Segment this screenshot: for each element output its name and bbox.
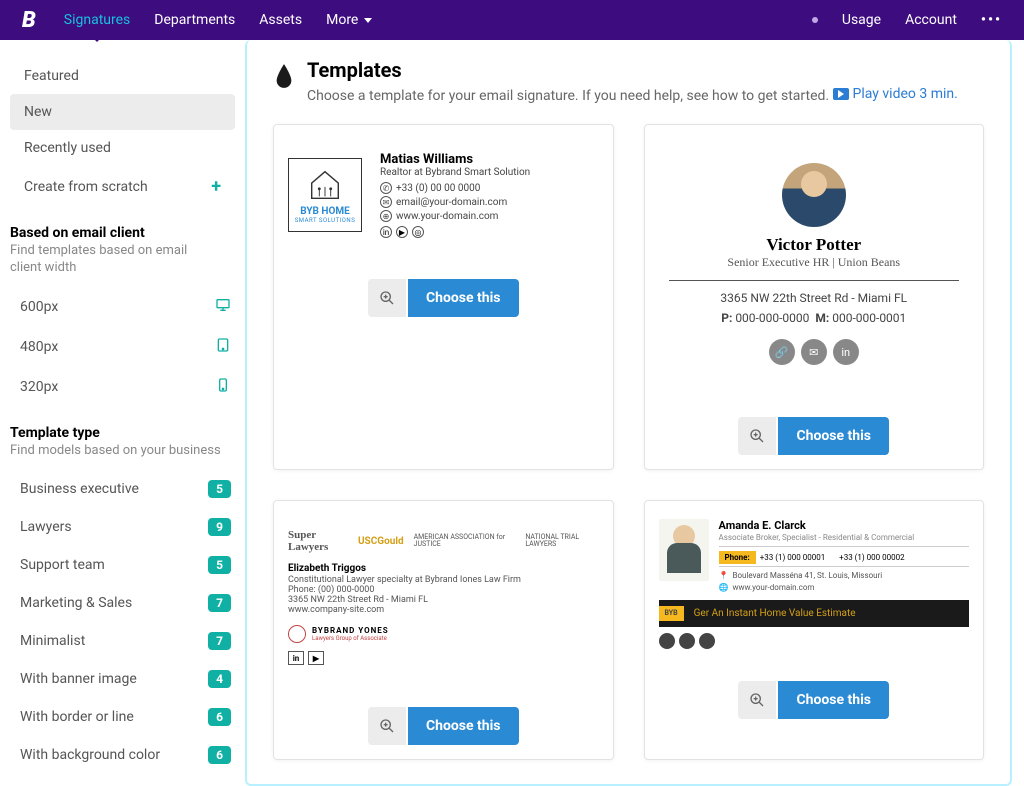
type-border[interactable]: With border or line 6 [10,698,235,736]
linkedin-icon: in [833,339,859,365]
type-label: With border or line [20,709,134,725]
template-card: Victor Potter Senior Executive HR | Unio… [644,124,985,470]
type-business[interactable]: Business executive 5 [10,470,235,508]
count-badge: 9 [208,518,231,536]
width-label: 600px [20,299,58,315]
side-scratch-label: Create from scratch [24,179,148,195]
sidebar: Featured New Recently used Create from s… [0,40,245,786]
template-card: Super Lawyers USCGould AMERICAN ASSOCIAT… [273,500,614,760]
count-badge: 4 [208,670,231,688]
count-badge: 5 [208,556,231,574]
type-label: Minimalist [20,633,85,649]
drop-icon [273,62,295,90]
template-preview-1: BYB HOME SMART SOLUTIONS Matias Williams… [274,125,613,265]
type-label: Lawyers [20,519,72,535]
choose-button[interactable]: Choose this [408,707,519,745]
video-link-text: Play video 3 min. [853,86,958,102]
type-label: With banner image [20,671,137,687]
type-support[interactable]: Support team 5 [10,546,235,584]
type-label: Business executive [20,481,139,497]
zoom-button[interactable] [368,707,406,745]
avatar [782,163,846,227]
count-badge: 7 [208,594,231,612]
status-dot-icon [812,17,818,23]
t1-logo: BYB HOME SMART SOLUTIONS [288,158,362,232]
template-preview-2: Victor Potter Senior Executive HR | Unio… [645,125,984,403]
nav-signatures[interactable]: Signatures [64,12,131,28]
nav-more-label: More [326,12,358,28]
template-preview-4: Amanda E. Clarck Associate Broker, Speci… [645,501,984,667]
count-badge: 6 [208,746,231,764]
instagram-icon [699,633,715,649]
type-sub: Find models based on your business [10,443,221,460]
content-header: Templates Choose a template for your ema… [273,58,984,104]
side-recent[interactable]: Recently used [10,130,235,166]
template-grid: BYB HOME SMART SOLUTIONS Matias Williams… [273,124,984,760]
template-preview-3: Super Lawyers USCGould AMERICAN ASSOCIAT… [274,501,613,693]
plus-icon: + [211,176,221,197]
avatar [659,519,709,581]
zoom-button[interactable] [738,417,776,455]
page-subtitle: Choose a template for your email signatu… [307,86,958,104]
width-label: 320px [20,379,58,395]
page-title: Templates [307,58,958,82]
nav-usage[interactable]: Usage [842,12,881,28]
youtube-icon [679,633,695,649]
subtitle-text: Choose a template for your email signatu… [307,88,833,104]
play-video-link[interactable]: Play video 3 min. [833,86,958,102]
video-icon [833,88,849,100]
tablet-icon [215,337,231,357]
pin-icon: 📍 [719,571,729,580]
phone-icon [215,377,231,397]
type-label: Marketing & Sales [20,595,132,611]
type-label: Support team [20,557,105,573]
count-badge: 6 [208,708,231,726]
mail-icon: ✉ [801,339,827,365]
type-banner[interactable]: With banner image 4 [10,660,235,698]
email-client-heading: Based on email client [10,225,221,241]
choose-button[interactable]: Choose this [778,681,889,719]
nav-account[interactable]: Account [905,12,957,28]
side-featured[interactable]: Featured [10,58,235,94]
nav-assets[interactable]: Assets [259,12,302,28]
zoom-button[interactable] [738,681,776,719]
type-minimalist[interactable]: Minimalist 7 [10,622,235,660]
width-320[interactable]: 320px [10,367,235,407]
type-bg[interactable]: With background color 6 [10,736,235,774]
template-card: Amanda E. Clarck Associate Broker, Speci… [644,500,985,760]
width-label: 480px [20,339,58,355]
topbar: B Signatures Departments Assets More Usa… [0,0,1024,40]
type-marketing[interactable]: Marketing & Sales 7 [10,584,235,622]
linkedin-icon [659,633,675,649]
count-badge: 5 [208,480,231,498]
width-480[interactable]: 480px [10,327,235,367]
template-card: BYB HOME SMART SOLUTIONS Matias Williams… [273,124,614,470]
choose-button[interactable]: Choose this [408,279,519,317]
top-nav-right: Usage Account ••• [812,12,1002,28]
nav-more-menu[interactable]: ••• [981,12,1002,28]
count-badge: 7 [208,632,231,650]
side-scratch[interactable]: Create from scratch + [10,166,235,207]
nav-more[interactable]: More [326,12,372,28]
type-label: With background color [20,747,160,763]
top-nav: Signatures Departments Assets More [64,12,373,28]
email-client-sub: Find templates based on email client wid… [10,243,221,277]
zoom-button[interactable] [368,279,406,317]
chevron-down-icon [364,18,372,23]
content: Templates Choose a template for your ema… [245,40,1012,786]
globe-icon: 🌐 [719,583,729,592]
nav-departments[interactable]: Departments [154,12,235,28]
choose-button[interactable]: Choose this [778,417,889,455]
desktop-icon [215,297,231,317]
width-600[interactable]: 600px [10,287,235,327]
side-new[interactable]: New [10,94,235,130]
type-lawyers[interactable]: Lawyers 9 [10,508,235,546]
type-heading: Template type [10,425,221,441]
logo[interactable]: B [22,8,36,33]
link-icon: 🔗 [769,339,795,365]
